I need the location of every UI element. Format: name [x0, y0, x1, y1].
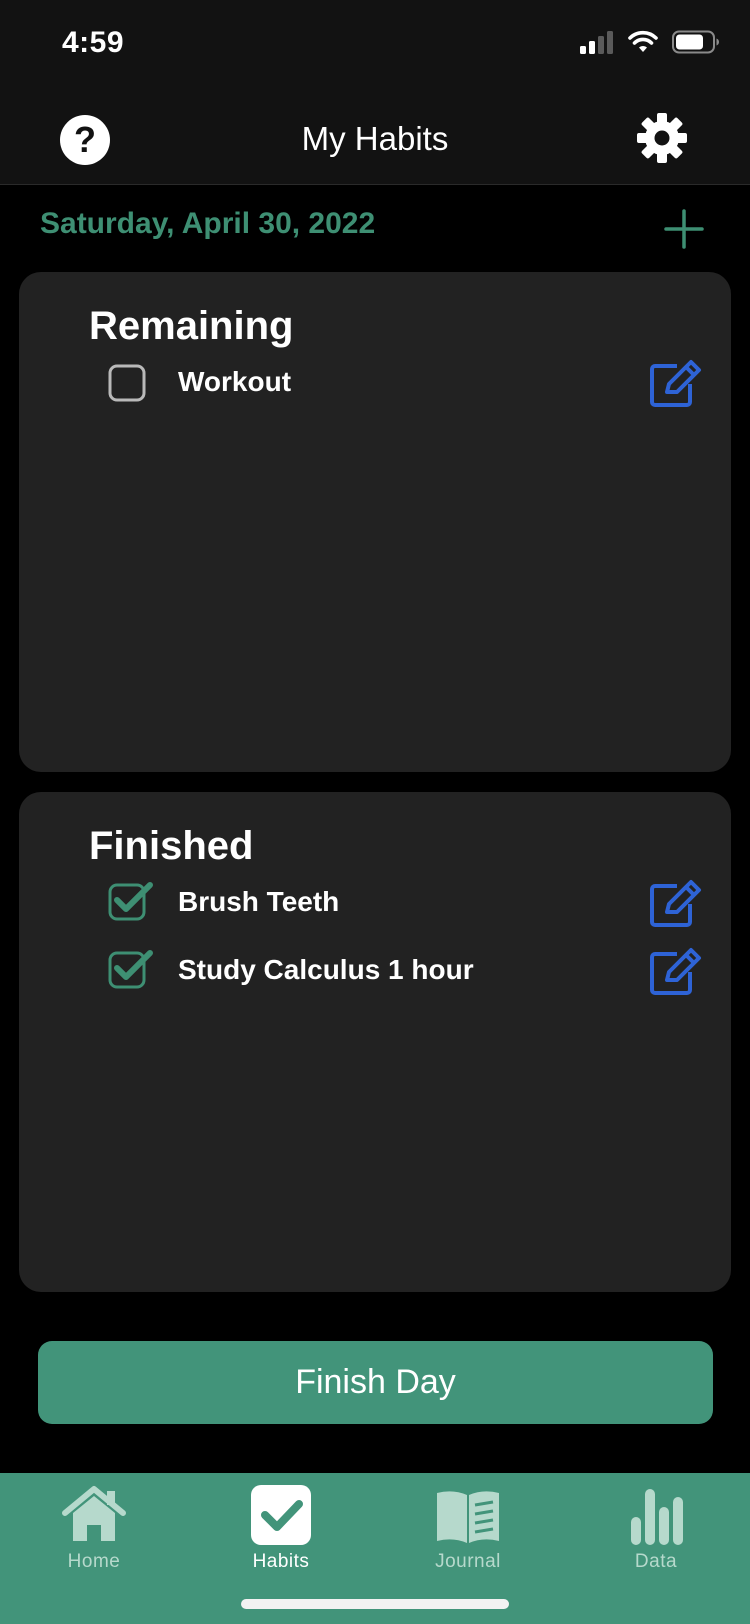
tab-habits-label: Habits [252, 1551, 310, 1572]
tab-journal-label: Journal [435, 1551, 501, 1572]
finished-title: Finished [89, 824, 254, 868]
date-row: Saturday, April 30, 2022 [0, 185, 750, 270]
checked-checkbox-icon[interactable] [108, 881, 154, 921]
finished-card: Finished Brush Teeth Study Calculus 1 ho… [19, 792, 731, 1292]
status-bar: 4:59 [0, 0, 750, 90]
bar-chart-icon [631, 1489, 683, 1545]
edit-icon[interactable] [647, 946, 703, 996]
navigation-bar: ? My Habits [0, 90, 750, 185]
home-indicator[interactable] [241, 1599, 509, 1609]
tab-home-label: Home [67, 1551, 121, 1572]
tab-home[interactable]: Home [24, 1483, 164, 1583]
wifi-icon [628, 30, 658, 52]
unchecked-checkbox-icon[interactable] [108, 364, 146, 402]
habit-label: Brush Teeth [178, 886, 340, 917]
current-date: Saturday, April 30, 2022 [40, 207, 376, 240]
checkmark-icon [251, 1485, 311, 1545]
finish-day-button[interactable]: Finish Day [38, 1341, 713, 1424]
habit-row: Workout [19, 358, 731, 408]
remaining-title: Remaining [89, 304, 294, 348]
gear-icon[interactable] [636, 112, 688, 164]
checked-checkbox-icon[interactable] [108, 949, 154, 989]
tab-data-label: Data [634, 1551, 678, 1572]
signal-icon [580, 31, 613, 54]
habit-label: Study Calculus 1 hour [178, 954, 474, 985]
status-time: 4:59 [62, 26, 125, 59]
home-icon [62, 1486, 126, 1541]
add-habit-icon[interactable] [662, 207, 706, 251]
tab-journal[interactable]: Journal [398, 1483, 538, 1583]
habit-row: Study Calculus 1 hour [19, 946, 731, 996]
book-icon [437, 1491, 499, 1543]
habit-label: Workout [178, 366, 292, 397]
battery-icon [672, 30, 719, 54]
status-icons [580, 30, 720, 54]
remaining-card: Remaining Workout [19, 272, 731, 772]
edit-icon[interactable] [647, 878, 703, 928]
tab-habits[interactable]: Habits [211, 1483, 351, 1583]
habit-row: Brush Teeth [19, 878, 731, 928]
edit-icon[interactable] [647, 358, 703, 408]
tab-data[interactable]: Data [586, 1483, 726, 1583]
